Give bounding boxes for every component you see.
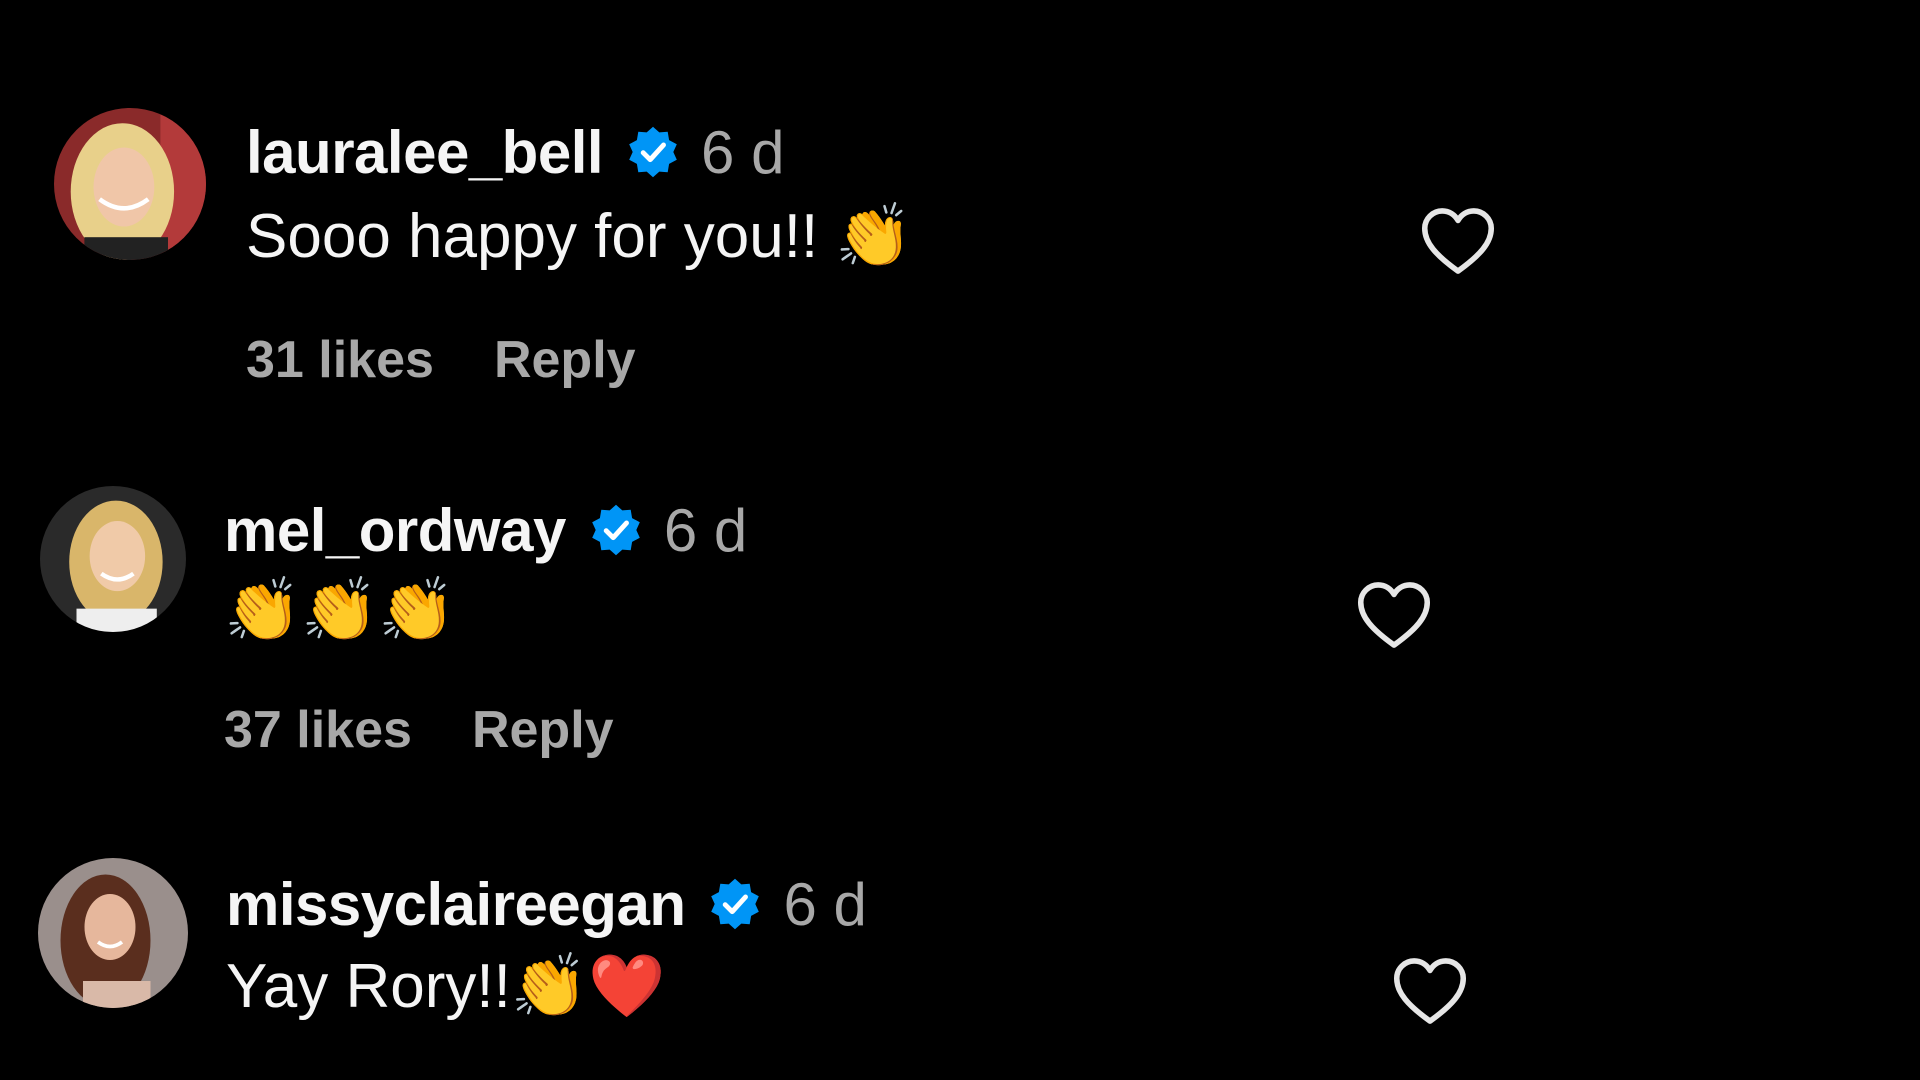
comment-text: Yay Rory!!👏❤️ <box>226 952 666 1021</box>
verified-badge-icon <box>707 876 763 932</box>
username[interactable]: missyclaireegan <box>226 870 686 939</box>
comment-text: 👏👏👏 <box>224 576 456 645</box>
comment-text: Sooo happy for you!! 👏 <box>246 202 913 271</box>
timestamp: 6 d <box>701 118 785 186</box>
reply-button[interactable]: Reply <box>472 700 614 760</box>
verified-badge-icon <box>588 502 644 558</box>
avatar[interactable] <box>40 486 186 632</box>
avatar-image <box>54 108 206 260</box>
username[interactable]: lauralee_bell <box>246 118 604 187</box>
avatar-image <box>38 858 188 1008</box>
username[interactable]: mel_ordway <box>224 496 566 565</box>
likes-count[interactable]: 31 likes <box>246 330 434 390</box>
reply-button[interactable]: Reply <box>494 330 636 390</box>
verified-badge-icon <box>625 124 681 180</box>
heart-outline-icon[interactable] <box>1420 206 1496 276</box>
avatar[interactable] <box>54 108 206 260</box>
heart-outline-icon[interactable] <box>1392 956 1468 1026</box>
timestamp: 6 d <box>783 870 867 938</box>
avatar[interactable] <box>38 858 188 1008</box>
heart-outline-icon[interactable] <box>1356 580 1432 650</box>
timestamp: 6 d <box>663 496 748 564</box>
likes-count[interactable]: 37 likes <box>224 700 412 760</box>
avatar-image <box>40 486 186 632</box>
